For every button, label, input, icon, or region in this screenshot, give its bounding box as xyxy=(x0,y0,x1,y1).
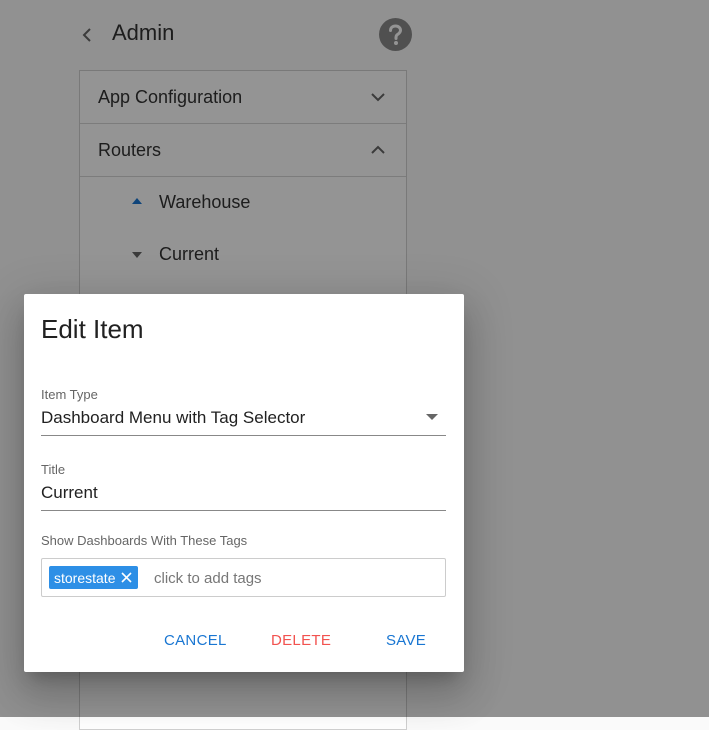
title-input[interactable]: Current xyxy=(41,483,98,503)
cancel-button[interactable]: CANCEL xyxy=(164,632,227,649)
dialog-title: Edit Item xyxy=(41,314,144,344)
close-icon[interactable] xyxy=(121,572,133,583)
tag-input[interactable] xyxy=(154,567,424,589)
tag-chip[interactable]: storestate xyxy=(49,566,139,589)
title-label: Title xyxy=(41,462,66,477)
dropdown-arrow-icon[interactable] xyxy=(426,413,438,421)
delete-button[interactable]: DELETE xyxy=(271,632,331,649)
tag-selector[interactable]: storestate xyxy=(41,558,446,597)
tag-chip-label: storestate xyxy=(54,569,116,586)
edit-item-dialog: Edit Item Item Type Dashboard Menu with … xyxy=(24,294,464,672)
item-type-label: Item Type xyxy=(41,387,98,402)
tags-label: Show Dashboards With These Tags xyxy=(41,533,248,548)
title-underline xyxy=(41,510,446,511)
item-type-underline xyxy=(41,435,446,436)
save-button[interactable]: SAVE xyxy=(386,632,426,649)
item-type-value[interactable]: Dashboard Menu with Tag Selector xyxy=(41,408,305,428)
